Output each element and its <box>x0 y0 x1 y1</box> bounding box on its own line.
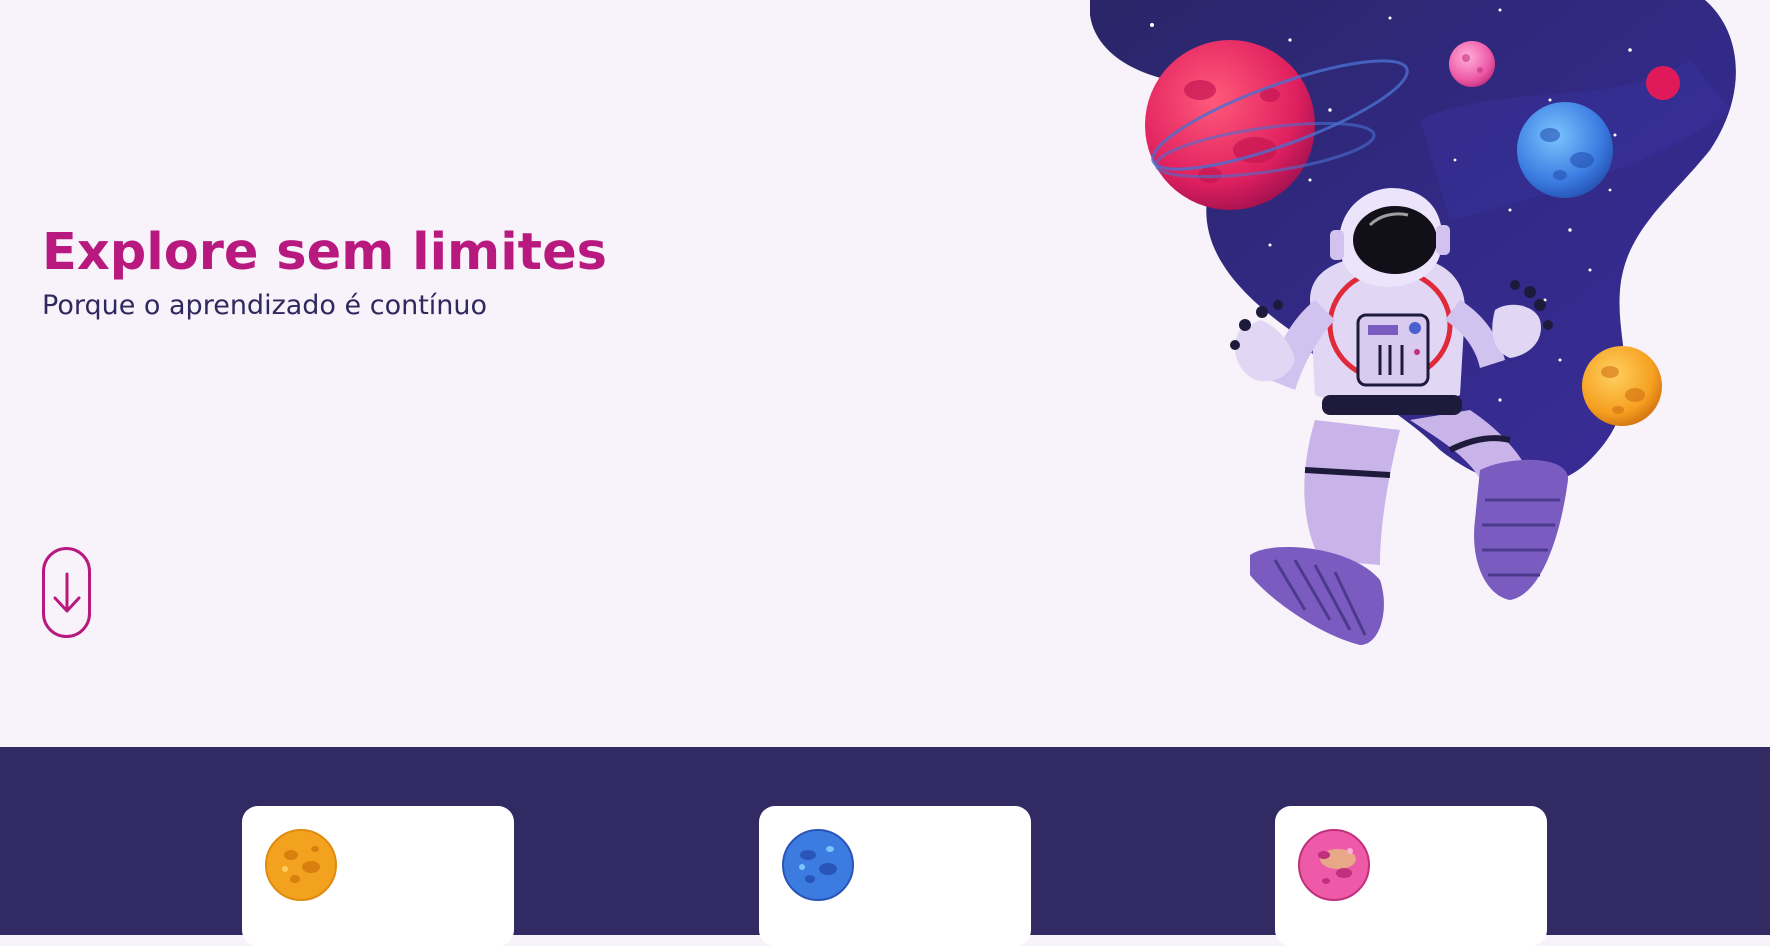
feature-card-3[interactable] <box>1275 806 1547 946</box>
feature-card-1[interactable] <box>242 806 514 946</box>
feature-card-2[interactable] <box>759 806 1031 946</box>
orange-planet-icon <box>265 829 337 901</box>
blue-planet-icon <box>782 829 854 901</box>
hero-title: Explore sem limites <box>42 223 608 282</box>
features-section <box>0 747 1770 946</box>
astronaut-in-space-illustration <box>1090 0 1736 645</box>
hero-section: Explore sem limites Porque o aprendizado… <box>0 0 1770 747</box>
pink-planet-icon <box>1298 829 1370 901</box>
scroll-down-button[interactable] <box>42 547 91 638</box>
hero-subtitle: Porque o aprendizado é contínuo <box>42 290 488 321</box>
arrow-down-icon <box>53 572 80 612</box>
